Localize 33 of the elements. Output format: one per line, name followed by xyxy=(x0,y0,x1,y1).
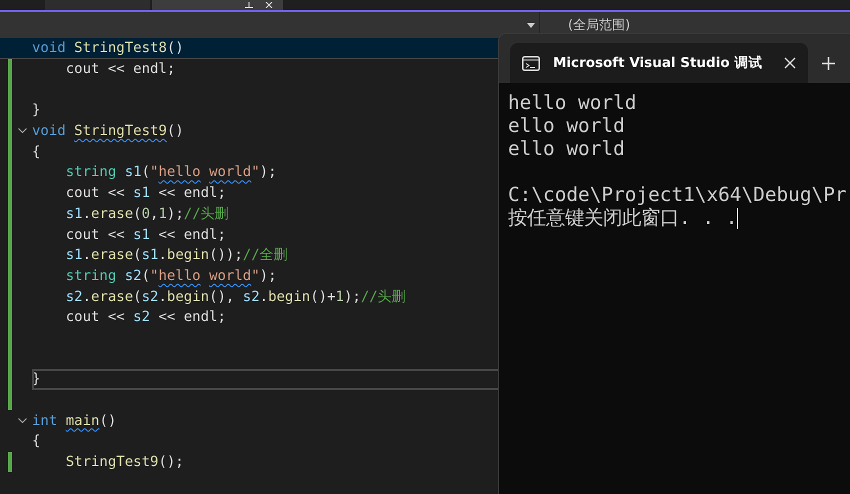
collapse-chevron-icon[interactable] xyxy=(18,418,26,424)
code-line: cout << s1 << endl; xyxy=(64,226,226,243)
collapse-chevron-icon[interactable] xyxy=(18,128,26,134)
console-output-line: ello world xyxy=(508,114,625,137)
document-tab[interactable] xyxy=(152,0,283,10)
code-line: int main() xyxy=(32,412,116,429)
code-line: { xyxy=(32,433,40,450)
code-line: s1.erase(0,1);//头删 xyxy=(64,204,229,223)
console-tab[interactable]: Microsoft Visual Studio 调试 xyxy=(510,43,808,83)
console-exit-path: C:\code\Project1\x64\Debug\Pr xyxy=(508,183,847,206)
close-icon[interactable] xyxy=(265,2,273,8)
code-line: void StringTest8() xyxy=(32,40,184,56)
code-line: s1.erase(s1.begin());//全删 xyxy=(64,246,288,264)
code-line: cout << s2 << endl; xyxy=(64,309,226,326)
code-line: cout << s1 << endl; xyxy=(64,185,226,202)
code-line: string s1("hello world"); xyxy=(64,164,277,180)
add-tab-icon[interactable] xyxy=(822,56,835,70)
code-line: void StringTest9() xyxy=(32,123,184,140)
scope-dropdown[interactable]: (全局范围) xyxy=(568,16,630,34)
code-line: } xyxy=(32,371,40,388)
console-output-line: hello world xyxy=(508,91,636,114)
dropdown-arrow-icon[interactable] xyxy=(527,22,535,28)
terminal-icon xyxy=(522,56,540,70)
code-line: { xyxy=(32,144,40,160)
console-exit-message: 按任意键关闭此窗口. . . xyxy=(508,206,738,229)
code-line: } xyxy=(32,102,40,118)
code-line: s2.erase(s2.begin(), s2.begin()+1);//头删 xyxy=(64,288,406,306)
code-line: StringTest9(); xyxy=(64,454,184,470)
code-line: cout << endl; xyxy=(64,61,176,78)
close-icon[interactable] xyxy=(784,57,796,69)
pin-icon[interactable] xyxy=(245,2,253,8)
code-line: string s2("hello world"); xyxy=(64,268,277,284)
console-output-line: ello world xyxy=(508,137,625,160)
